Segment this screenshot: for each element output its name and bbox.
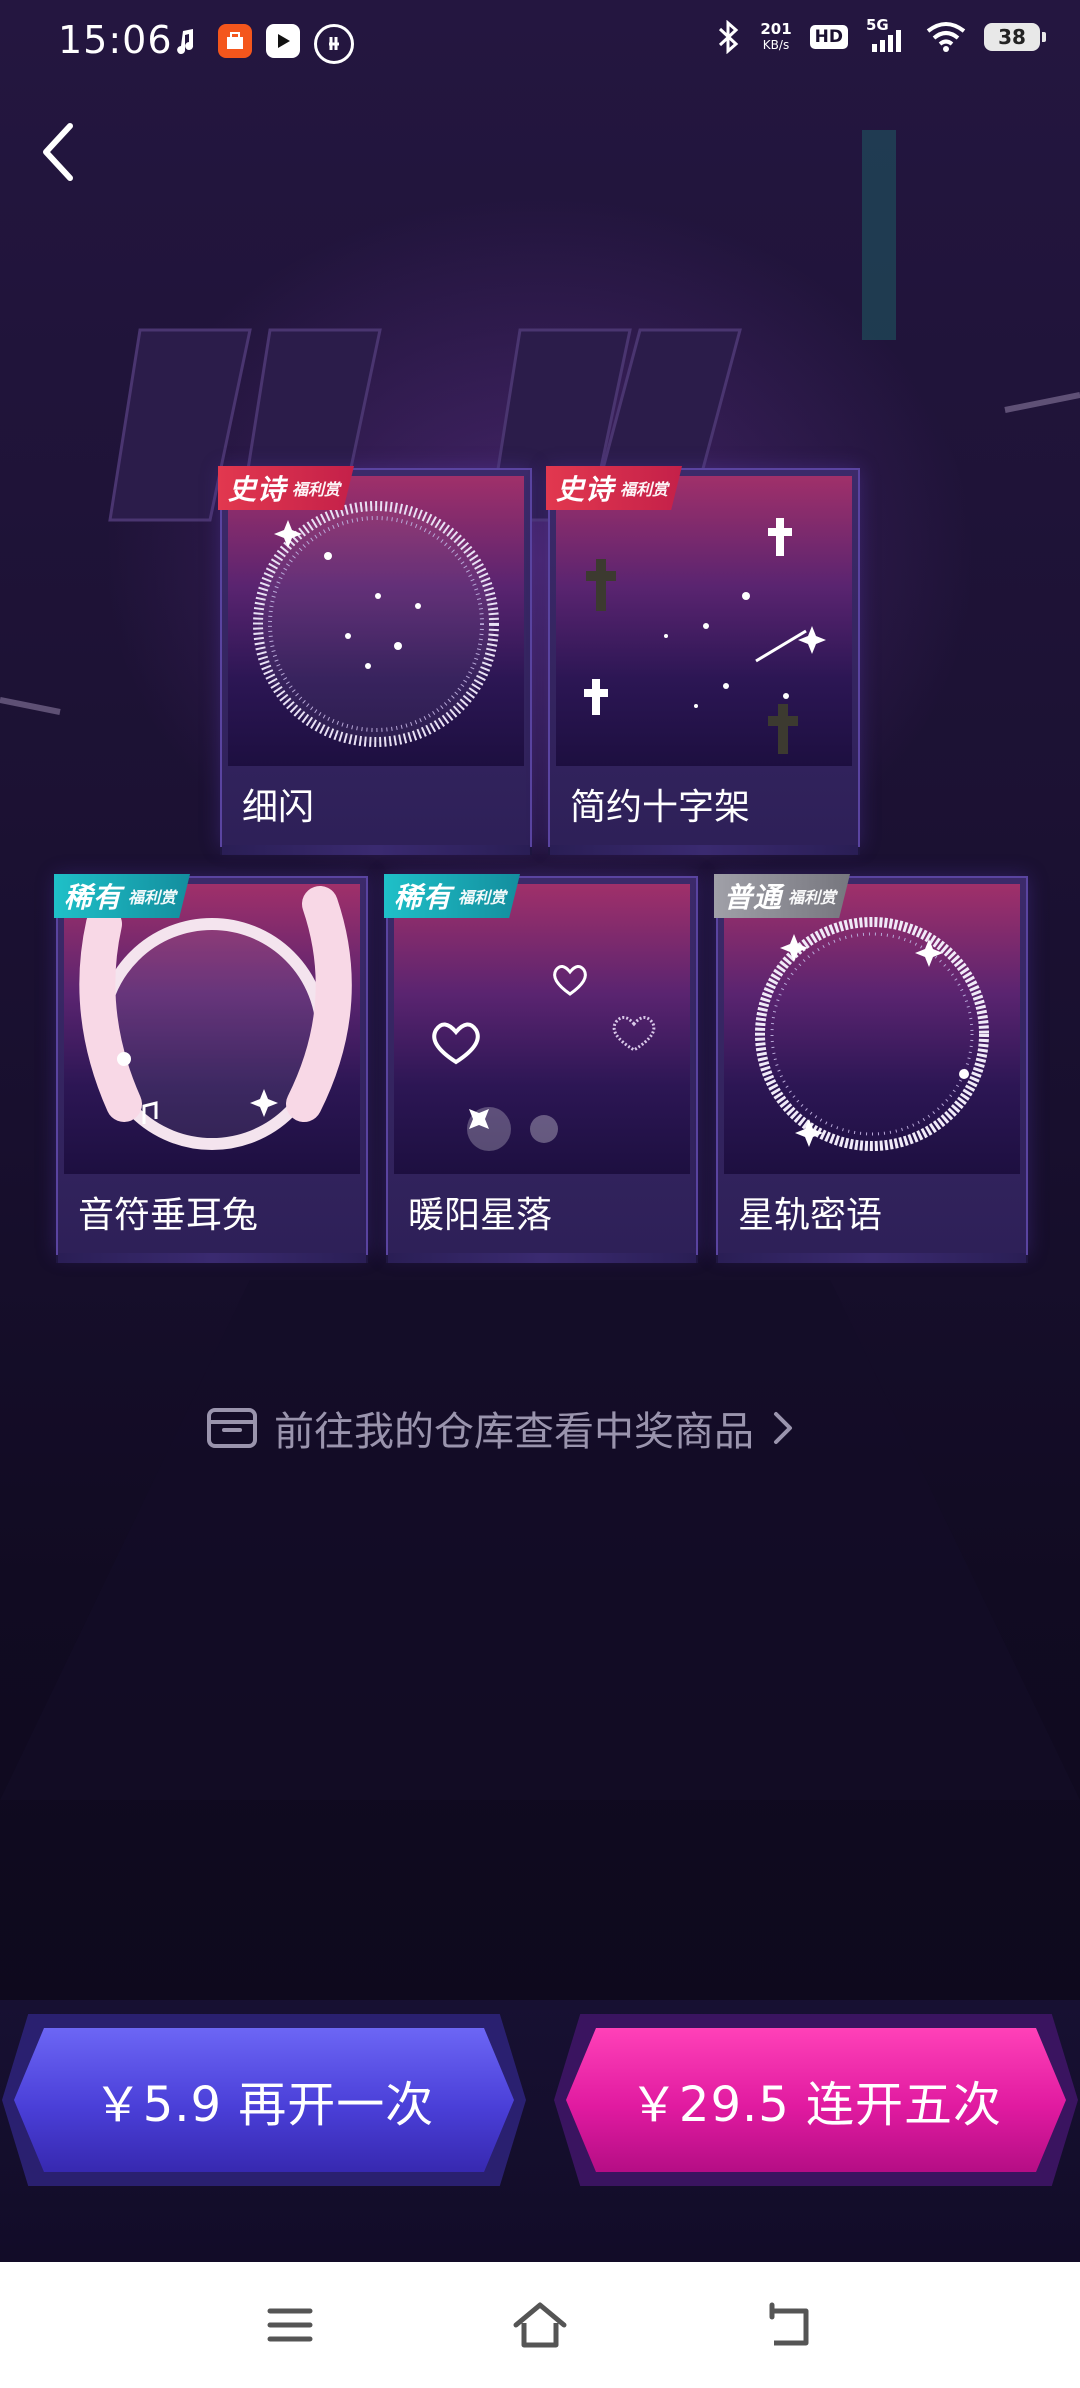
rarity-tag: 普通 福利赏 <box>714 874 851 918</box>
prize-name: 简约十字架 <box>570 787 751 828</box>
rarity-sub-label: 福利赏 <box>788 888 837 907</box>
prize-image <box>556 476 852 766</box>
card-base <box>550 845 858 855</box>
rarity-label: 稀有 <box>394 881 453 914</box>
open-once-button[interactable]: ￥5.9 再开一次 <box>14 2028 514 2172</box>
prize-card-nuanyang-xingluo[interactable]: 稀有 福利赏 暖阳星落 <box>384 874 698 1263</box>
prize-image <box>228 476 524 766</box>
bunny-ears-ring-icon <box>79 886 352 1150</box>
prize-card-yinfu-chuierhu[interactable]: 稀有 福利赏 音符垂耳兔 <box>54 874 368 1263</box>
back-nav-icon[interactable] <box>760 2295 820 2355</box>
app-badge-icon <box>314 24 354 64</box>
card-base <box>388 1253 696 1263</box>
network-speed: 201 KB/s <box>760 21 791 53</box>
shopping-app-icon <box>218 24 252 58</box>
rarity-tag: 史诗 福利赏 <box>218 466 355 510</box>
hd-badge: HD <box>809 25 848 49</box>
falling-hearts-icon <box>432 965 656 1151</box>
warehouse-link[interactable]: 前往我的仓库查看中奖商品 <box>206 1400 794 1456</box>
star-ring-icon <box>755 917 989 1151</box>
rarity-sub-label: 福利赏 <box>458 888 507 907</box>
status-time: 15:06 <box>58 18 173 62</box>
prize-card-xishan[interactable]: 史诗 福利赏 细闪 <box>218 466 532 855</box>
box-icon <box>207 1408 257 1448</box>
notification-icons <box>170 24 354 64</box>
prize-image <box>394 884 690 1174</box>
prize-name: 音符垂耳兔 <box>78 1195 259 1236</box>
rarity-label: 稀有 <box>64 881 123 914</box>
cross-stars-icon <box>584 518 826 754</box>
rarity-label: 普通 <box>724 881 783 914</box>
battery-indicator: 38 <box>984 23 1046 51</box>
card-base <box>58 1253 366 1263</box>
rarity-label: 史诗 <box>228 473 287 506</box>
home-icon[interactable] <box>510 2295 570 2355</box>
video-app-icon <box>266 24 300 58</box>
open-five-button[interactable]: ￥29.5 连开五次 <box>566 2028 1066 2172</box>
system-nav-bar <box>0 2262 1080 2388</box>
network-speed-value: 201 <box>760 20 792 38</box>
prize-card-xinggui-miyu[interactable]: 普通 福利赏 星轨密语 <box>714 874 1028 1263</box>
wifi-icon <box>926 22 966 52</box>
rarity-sub-label: 福利赏 <box>620 480 669 499</box>
glitter-ring-icon <box>253 501 499 747</box>
card-base <box>718 1253 1026 1263</box>
rarity-tag: 史诗 福利赏 <box>546 466 683 510</box>
rarity-sub-label: 福利赏 <box>292 480 341 499</box>
prize-image <box>724 884 1020 1174</box>
rarity-tag: 稀有 福利赏 <box>54 874 191 918</box>
rarity-tag: 稀有 福利赏 <box>384 874 521 918</box>
menu-icon[interactable] <box>260 2295 320 2355</box>
music-notification-icon <box>170 24 204 58</box>
chevron-left-icon <box>43 123 73 181</box>
signal-icon: 5G <box>866 16 908 54</box>
prize-card-jianyue-shizijia[interactable]: 史诗 福利赏 简约十字架 <box>546 466 860 855</box>
network-speed-unit: KB/s <box>762 38 790 52</box>
prize-name: 星轨密语 <box>738 1195 883 1236</box>
bluetooth-icon <box>719 20 739 54</box>
card-base <box>222 845 530 855</box>
prize-image <box>64 884 360 1174</box>
rarity-sub-label: 福利赏 <box>128 888 177 907</box>
chevron-right-icon <box>774 1412 792 1444</box>
back-button[interactable] <box>34 112 94 192</box>
status-bar: 15:06 201 KB/s HD 5G 38 <box>0 0 1080 84</box>
warehouse-link-label: 前往我的仓库查看中奖商品 <box>274 1409 754 1455</box>
prize-name: 细闪 <box>242 787 315 828</box>
rarity-label: 史诗 <box>556 473 615 506</box>
prize-name: 暖阳星落 <box>408 1195 553 1236</box>
system-status: 201 KB/s HD 5G 38 <box>716 16 1046 54</box>
